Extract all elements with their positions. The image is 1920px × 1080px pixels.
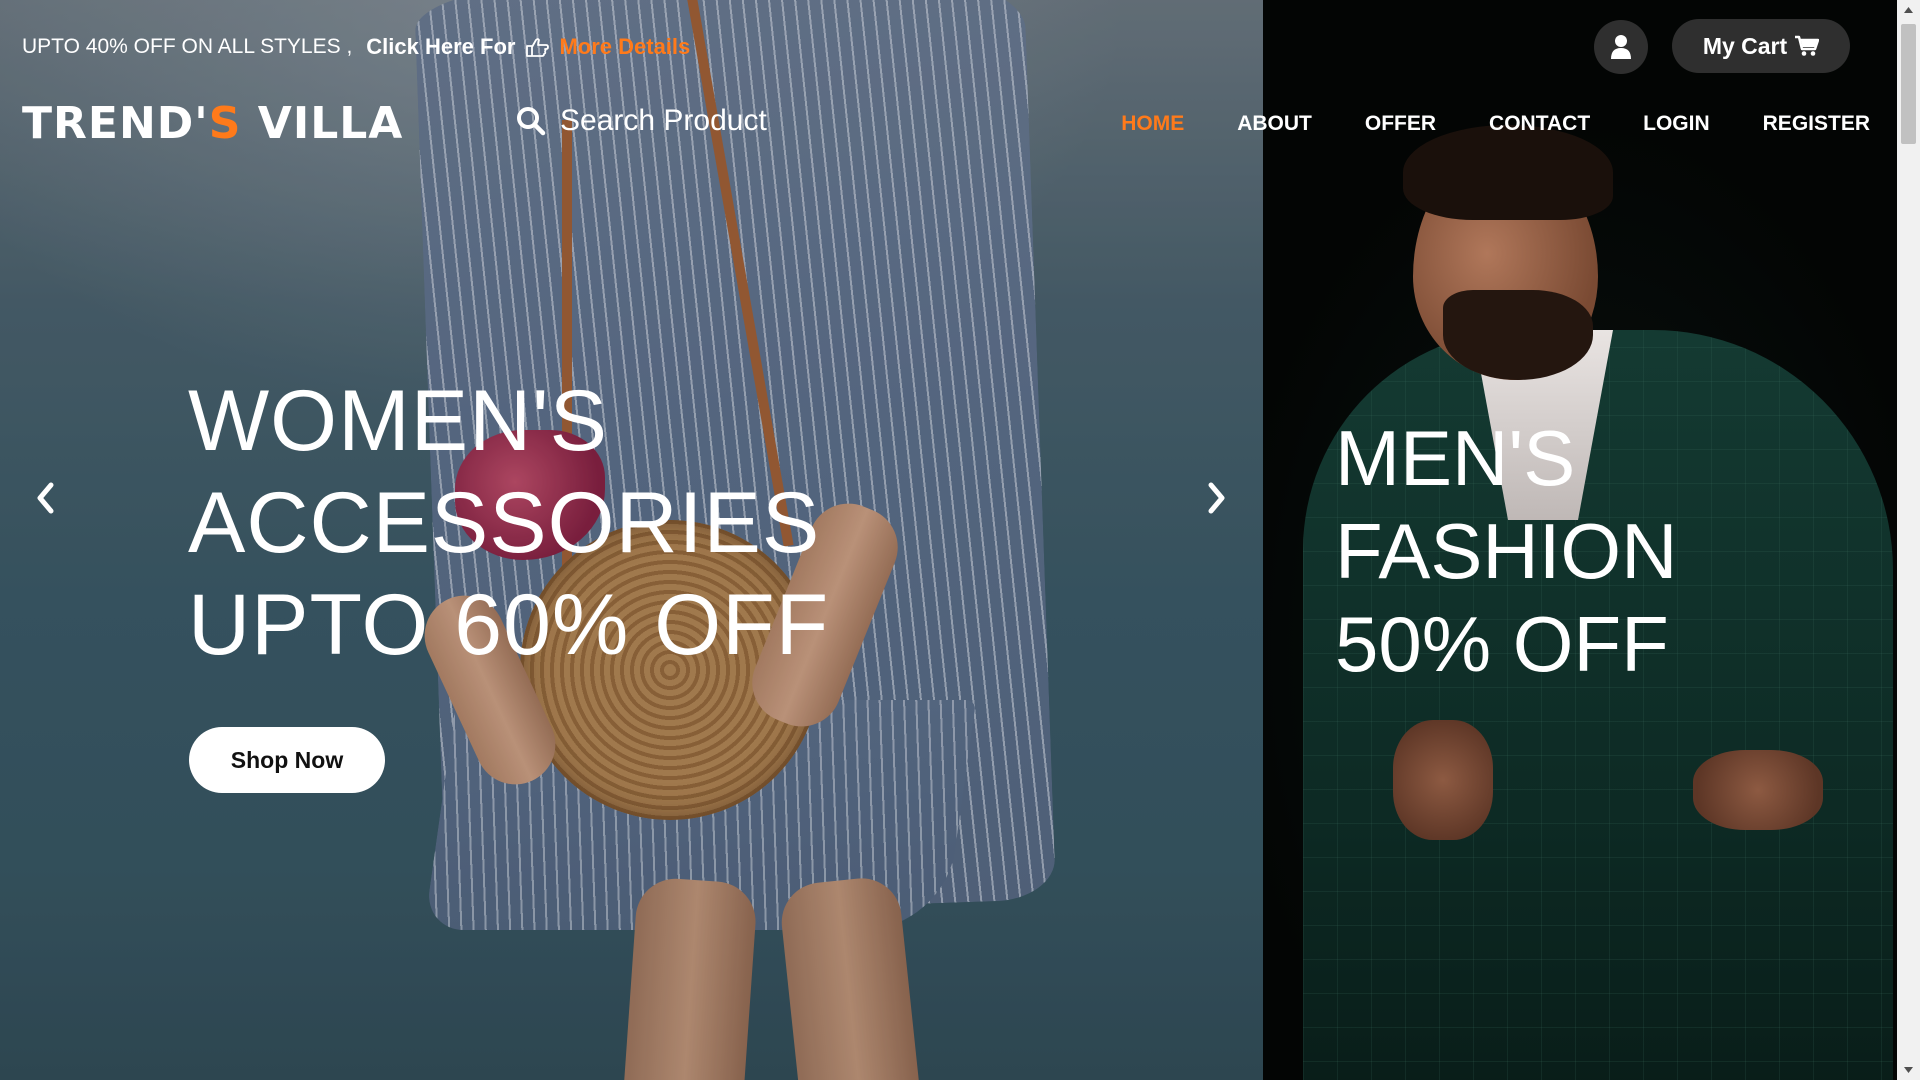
side-banner-line: FASHION [1335,507,1678,595]
model-dress-hem [423,700,977,930]
logo-text-part1: TREND' [22,98,209,149]
my-cart-button[interactable]: My Cart [1672,19,1850,73]
nav-offer[interactable]: OFFER [1365,112,1436,136]
side-banner-line: MEN'S [1335,414,1576,502]
search-icon[interactable] [516,106,546,136]
shop-now-button[interactable]: Shop Now [189,727,385,793]
scroll-up-arrow[interactable] [1897,0,1920,20]
model-beard [1443,290,1593,380]
user-account-button[interactable] [1594,20,1648,74]
nav-contact[interactable]: CONTACT [1489,112,1590,136]
page-scrollbar[interactable] [1897,0,1920,1080]
more-details-link[interactable]: More Details [559,34,690,60]
model-leg [777,874,923,1080]
slider-prev-button[interactable] [28,478,62,518]
scroll-thumb[interactable] [1901,24,1916,144]
search-bar [516,104,800,138]
nav-home[interactable]: HOME [1121,112,1184,136]
slide-heading-line: UPTO 60% OFF [188,577,830,673]
chevron-left-icon [37,482,54,514]
slide-heading-line: ACCESSORIES [188,475,821,571]
nav-login[interactable]: LOGIN [1643,112,1710,136]
promo-bar: UPTO 40% OFF ON ALL STYLES , Click Here … [22,34,690,60]
search-input[interactable] [560,104,800,138]
side-banner-line: 50% OFF [1335,600,1669,688]
main-nav: HOME ABOUT OFFER CONTACT LOGIN REGISTER [1080,112,1870,136]
slide-heading: WOMEN'S ACCESSORIES UPTO 60% OFF [188,370,829,676]
logo-text-part2: VILLA [241,98,404,149]
promo-cta-prefix: Click Here For [366,34,516,59]
model-leg [621,876,759,1080]
hand-pointer-icon [525,36,550,58]
nav-register[interactable]: REGISTER [1763,112,1870,136]
cart-icon [1795,35,1820,56]
model-hair [1403,125,1613,220]
nav-about[interactable]: ABOUT [1237,112,1312,136]
promo-text: UPTO 40% OFF ON ALL STYLES , [22,35,353,58]
chevron-right-icon [1208,482,1225,514]
scroll-down-arrow[interactable] [1897,1060,1920,1080]
page: UPTO 40% OFF ON ALL STYLES , Click Here … [0,0,1920,1080]
site-logo[interactable]: TREND'S VILLA [22,98,403,149]
user-icon [1611,35,1631,59]
side-banner-heading: MEN'S FASHION 50% OFF [1335,412,1677,691]
cart-label: My Cart [1702,32,1788,59]
logo-text-accent: S [208,98,242,149]
slider-next-button[interactable] [1200,478,1234,518]
slide-heading-line: WOMEN'S [188,373,608,469]
model-hand [1393,720,1493,840]
model-hand [1693,750,1823,830]
